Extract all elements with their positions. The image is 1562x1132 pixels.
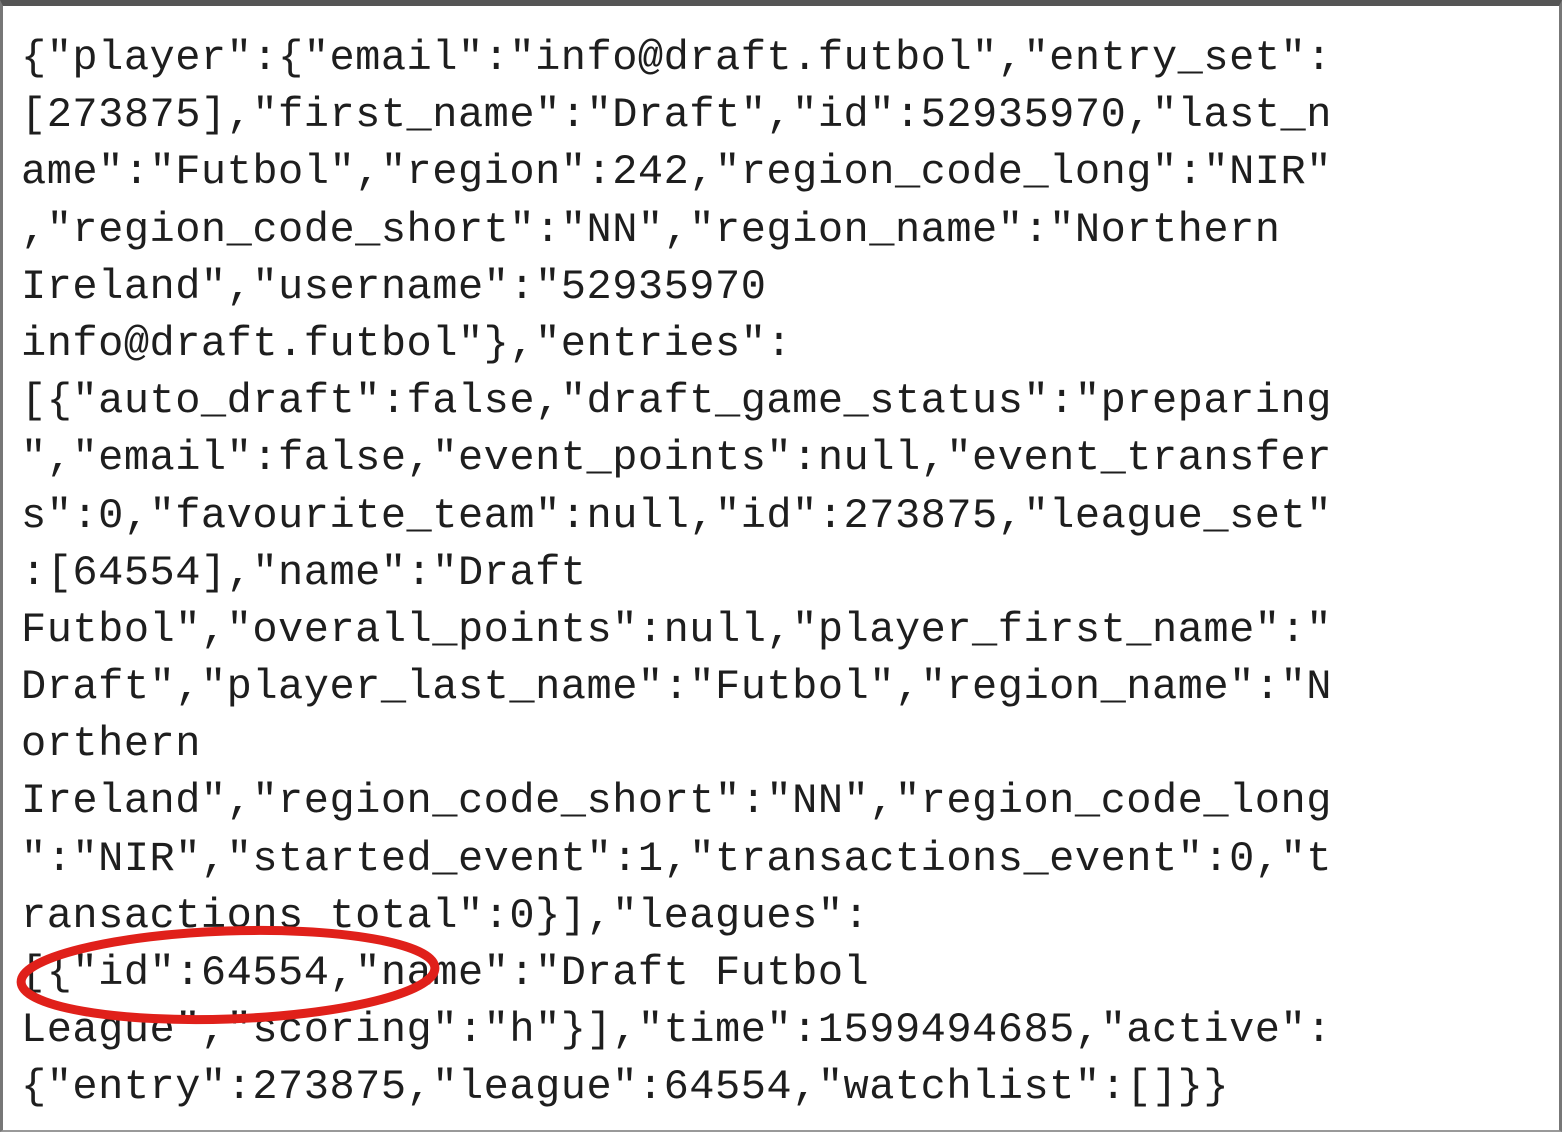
json-line: ","email":false,"event_points":null,"eve…: [21, 434, 1332, 483]
json-line: [273875],"first_name":"Draft","id":52935…: [21, 91, 1332, 140]
json-line: Ireland","region_code_short":"NN","regio…: [21, 777, 1332, 826]
json-line: ame":"Futbol","region":242,"region_code_…: [21, 148, 1332, 197]
screenshot-frame: {"player":{"email":"info@draft.futbol","…: [0, 0, 1562, 1132]
json-line: {"player":{"email":"info@draft.futbol","…: [21, 34, 1332, 82]
json-line: :[64554],"name":"Draft: [21, 548, 587, 597]
json-line: Futbol","overall_points":null,"player_fi…: [21, 605, 1332, 654]
json-line-highlighted-league-id: [{"id":64554,"name":"Draft Futbol: [21, 949, 870, 997]
json-line: s":0,"favourite_team":null,"id":273875,"…: [21, 491, 1332, 540]
json-line: {"entry":273875,"league":64554,"watchlis…: [21, 1063, 1230, 1112]
json-line: Draft","player_last_name":"Futbol","regi…: [21, 663, 1332, 712]
json-response-text: {"player":{"email":"info@draft.futbol","…: [21, 30, 1332, 1117]
json-line: [{"auto_draft":false,"draft_game_status"…: [21, 377, 1332, 426]
json-line: ,"region_code_short":"NN","region_name":…: [21, 205, 1281, 254]
json-line: League","scoring":"h"}],"time":159949468…: [21, 1006, 1332, 1055]
json-line: info@draft.futbol"},"entries":: [21, 319, 793, 368]
json-line: Ireland","username":"52935970: [21, 262, 767, 311]
json-line: ":"NIR","started_event":1,"transactions_…: [21, 834, 1332, 883]
json-line: orthern: [21, 720, 201, 769]
json-line: ransactions_total":0}],"leagues":: [21, 891, 870, 940]
